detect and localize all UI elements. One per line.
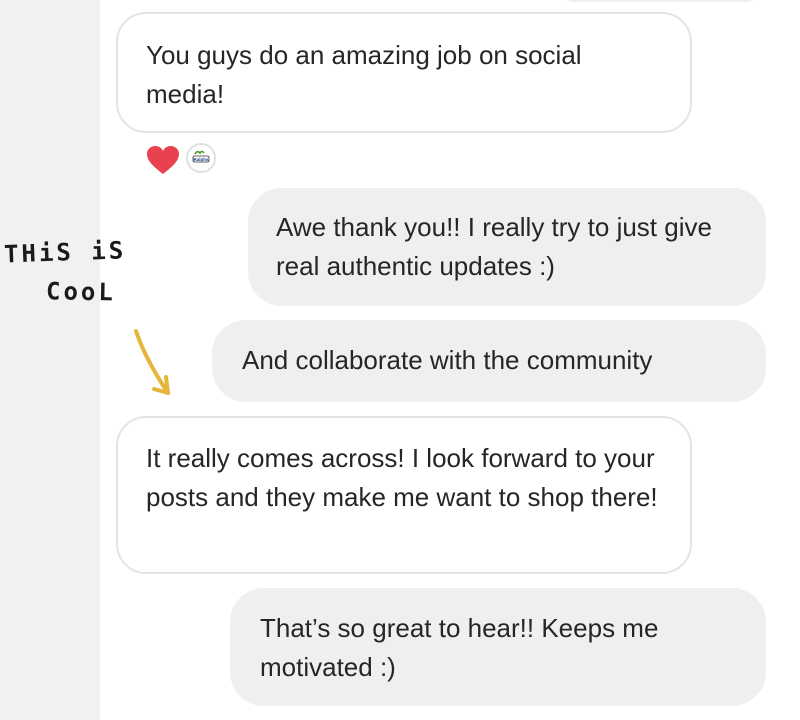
- previous-message-bubble: [560, 0, 760, 2]
- avatar[interactable]: Ralphs: [186, 143, 216, 173]
- message-sent[interactable]: And collaborate with the community: [212, 320, 766, 402]
- handwritten-annotation: THiS iS CooL: [0, 215, 200, 395]
- message-reactions[interactable]: Ralphs: [146, 140, 226, 180]
- ralphs-logo-icon: Ralphs: [188, 145, 214, 171]
- message-sent[interactable]: Awe thank you!! I really try to just giv…: [248, 188, 766, 306]
- heart-icon: [147, 146, 179, 174]
- message-sent[interactable]: That’s so great to hear!! Keeps me motiv…: [230, 588, 766, 706]
- annotation-line-2: CooL: [45, 277, 117, 307]
- svg-text:Ralphs: Ralphs: [193, 157, 209, 162]
- message-received[interactable]: You guys do an amazing job on social med…: [116, 12, 692, 133]
- message-received[interactable]: It really comes across! I look forward t…: [116, 416, 692, 574]
- arrow-down-right-icon: [134, 329, 170, 395]
- annotation-line-1: THiS iS: [3, 236, 127, 269]
